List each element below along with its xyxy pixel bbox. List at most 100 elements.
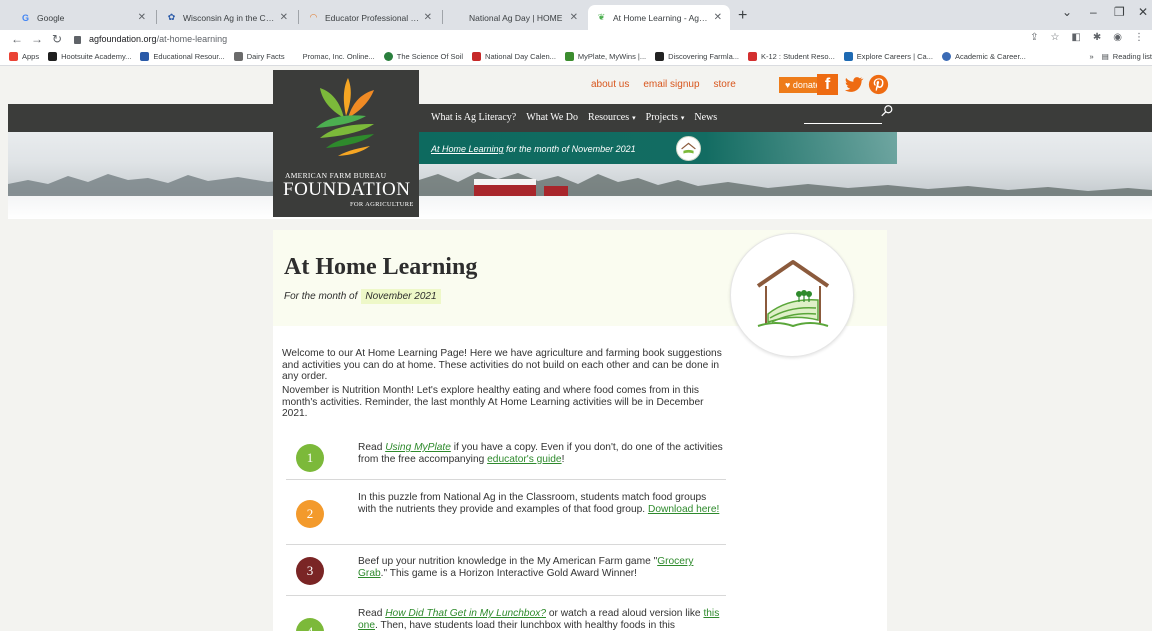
search-icon[interactable] [880,104,894,118]
chevron-down-icon: ▾ [680,114,685,122]
tab-label: Wisconsin Ag in the Classroom | F [183,12,276,23]
close-icon[interactable]: ✕ [280,12,288,23]
bookmarks-overflow[interactable]: » [1090,52,1094,61]
close-icon[interactable]: ✕ [138,12,146,23]
bookmark-apps[interactable]: Apps [9,52,39,61]
tab-educator[interactable]: ◠ Educator Professional Developm ✕ [300,5,440,30]
lunchbox-book-link[interactable]: How Did That Get in My Lunchbox? [385,608,546,619]
profile-icon[interactable]: ◉ [1113,32,1122,43]
extension-icon[interactable]: ◧ [1071,32,1080,43]
activity-text-part: Read [358,608,386,619]
subtitle-prefix: For the month of [284,291,358,302]
bookmark-national-day[interactable]: National Day Calen... [472,52,556,61]
activity-text: In this puzzle from National Ag in the C… [358,492,723,515]
nav-resources[interactable]: Resources ▾ [588,112,636,123]
bookmark-label: Explore Careers | Ca... [856,52,933,61]
educator-icon: ◠ [310,12,317,22]
twitter-icon[interactable] [843,74,864,95]
minimize-icon[interactable]: – [1090,5,1097,19]
tab-wisconsin-ag[interactable]: ✿ Wisconsin Ag in the Classroom | F ✕ [158,5,296,30]
activity-number-badge: 3 [296,557,324,585]
puzzle-icon[interactable]: ✱ [1093,32,1101,43]
bookmark-careers[interactable]: Explore Careers | Ca... [843,52,933,61]
reading-list-icon: ▤ [1101,52,1109,61]
nav-what-is-ag-literacy[interactable]: What is Ag Literacy? [431,112,516,123]
nav-what-we-do[interactable]: What We Do [526,112,578,123]
bookmark-academic[interactable]: Academic & Career... [941,52,1026,61]
bookmark-label: Dairy Facts [246,52,285,61]
store-link[interactable]: store [714,79,736,90]
home-learning-badge-icon[interactable] [676,136,701,161]
tab-google[interactable]: G Google ✕ [12,5,154,30]
close-icon[interactable]: ✕ [570,12,578,23]
wisconsin-ag-icon: ✿ [167,12,176,22]
educators-guide-link[interactable]: educator's guide [487,454,561,465]
barn-roof-snow [474,179,536,185]
nav-projects[interactable]: Projects ▾ [646,112,685,123]
logo-line-3: FOR AGRICULTURE [350,201,414,208]
tab-search-icon[interactable]: ⌄ [1062,5,1072,19]
bookmark-label: Discovering Farmla... [668,52,739,61]
myplate-icon [564,52,574,61]
star-icon [748,52,757,61]
bookmark-soil[interactable]: The Science Of Soil [383,52,463,61]
download-here-link[interactable]: Download here! [648,504,719,515]
bookmark-label: K-12 : Student Reso... [761,52,835,61]
at-home-learning-banner-link[interactable]: At Home Learning [431,144,504,154]
tab-national-ag-day[interactable]: National Ag Day | HOME ✕ [444,5,586,30]
main-content: At Home Learning For the month of Novemb… [273,230,887,631]
back-icon[interactable]: ← [10,32,24,46]
close-window-icon[interactable]: ✕ [1138,5,1148,19]
bookmark-discovering[interactable]: Discovering Farmla... [655,52,739,61]
bookmark-label: Educational Resour... [153,52,225,61]
forward-icon[interactable]: → [30,32,44,46]
bookmark-star-icon[interactable]: ☆ [1050,32,1059,43]
intro-paragraph: Welcome to our At Home Learning Page! He… [282,348,722,382]
educational-icon [140,52,150,61]
site-search-input[interactable] [804,123,882,124]
academic-icon [941,52,951,61]
soil-icon [383,52,393,61]
tab-at-home-learning[interactable]: ❦ At Home Learning - Agriculture F ✕ [588,5,730,30]
reload-icon[interactable]: ↻ [50,32,64,46]
using-myplate-link[interactable]: Using MyPlate [385,442,451,453]
nutrition-paragraph: November is Nutrition Month! Let's explo… [282,385,704,419]
site-top-links-bar: about us email signup store ♥ donate f [0,66,1152,104]
bookmark-label: Apps [22,52,40,61]
logo-line-2: FOUNDATION [283,179,411,200]
facebook-icon[interactable]: f [817,74,838,95]
email-signup-link[interactable]: email signup [643,79,699,90]
bookmark-hootsuite[interactable]: Hootsuite Academy... [48,52,131,61]
close-icon[interactable]: ✕ [714,12,722,23]
tab-label: National Ag Day | HOME [469,12,563,23]
bookmark-educational[interactable]: Educational Resour... [140,52,225,61]
blank-page-icon [452,12,463,23]
activity-item: 4 Read How Did That Get in My Lunchbox? … [286,596,726,631]
close-icon[interactable]: ✕ [424,12,432,23]
address-bar[interactable]: agfoundation.org /at-home-learning [74,31,227,47]
lock-icon [74,36,81,44]
menu-icon[interactable]: ⋮ [1134,32,1144,43]
discovering-icon [655,52,665,61]
foundation-logo[interactable]: AMERICAN FARM BUREAU FOUNDATION FOR AGRI… [273,70,419,217]
pinterest-icon[interactable] [868,74,889,95]
bookmark-k12[interactable]: K-12 : Student Reso... [748,52,835,61]
share-icon[interactable]: ⇪ [1030,32,1038,43]
activity-text: Read How Did That Get in My Lunchbox? or… [358,608,723,631]
careers-icon [843,52,853,61]
browser-tab-strip: G Google ✕ ✿ Wisconsin Ag in the Classro… [0,0,1152,30]
about-us-link[interactable]: about us [591,79,629,90]
bookmark-label: Promac, Inc. Online... [302,52,375,61]
hootsuite-icon [48,52,58,61]
bookmark-myplate[interactable]: MyPlate, MyWins |... [564,52,646,61]
hero-winter-banner: At Home Learning for the month of Novemb… [8,132,1152,219]
bookmark-promac[interactable]: Promac, Inc. Online... [303,52,375,61]
nav-label: Projects [645,112,678,123]
activity-item: 3 Beef up your nutrition knowledge in th… [286,545,726,596]
new-tab-button[interactable]: + [738,7,747,25]
restore-icon[interactable]: ❐ [1114,5,1125,19]
reading-list-button[interactable]: Reading list [1113,52,1152,61]
nav-news[interactable]: News [694,112,717,123]
home-learning-emblem [730,233,854,357]
bookmark-dairy[interactable]: Dairy Facts [233,52,285,61]
